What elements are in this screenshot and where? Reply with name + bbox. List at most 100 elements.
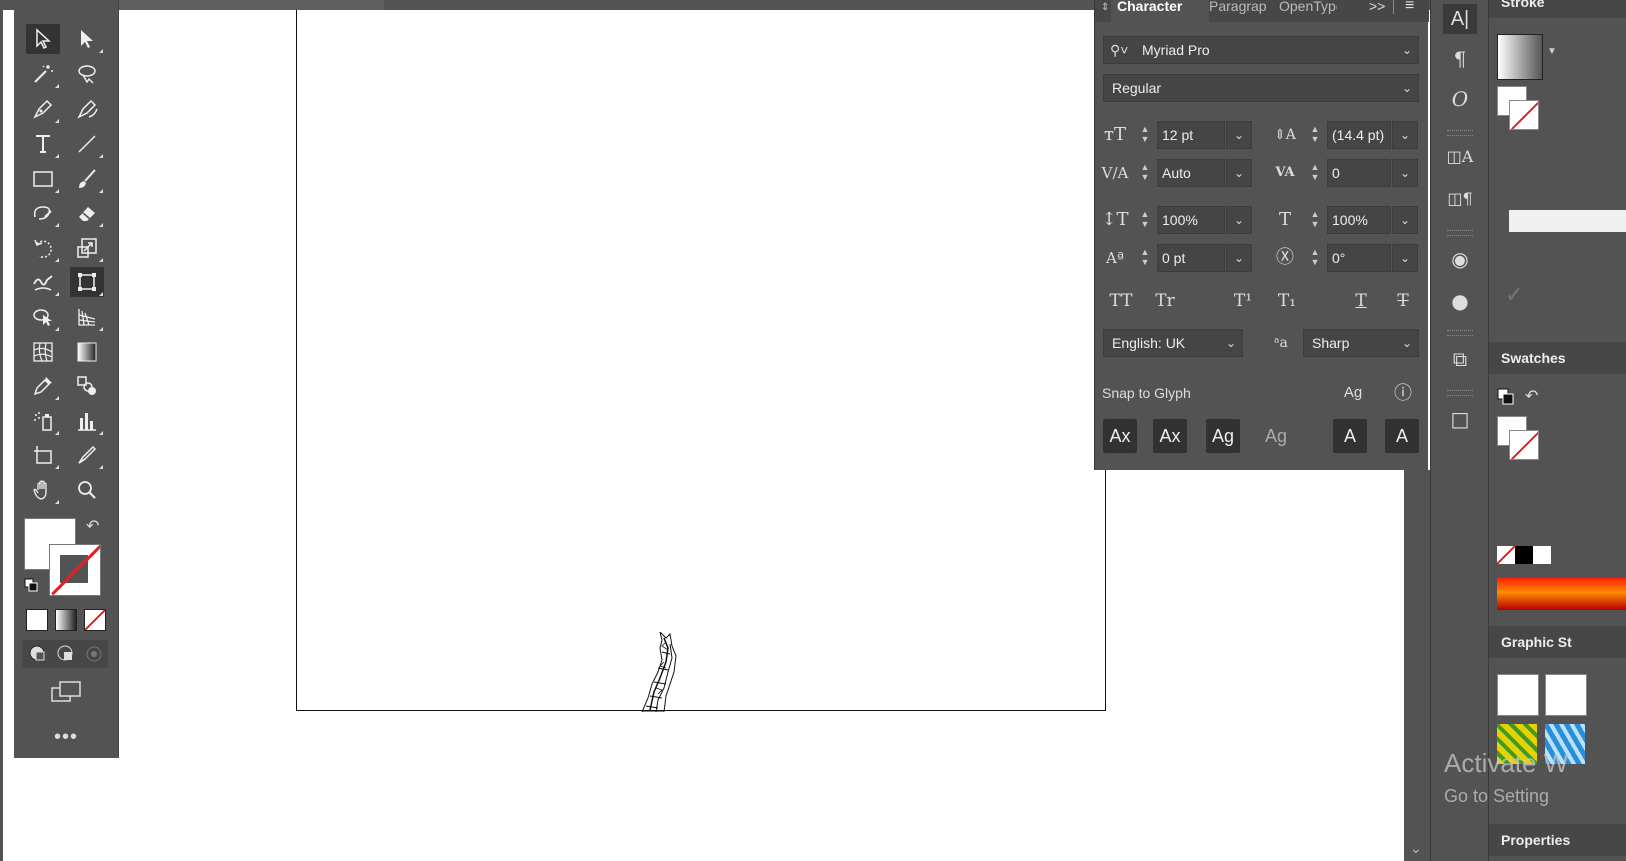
vertical-scale-field[interactable]: 100% ⌄ (1157, 206, 1252, 234)
white-swatch[interactable] (1533, 546, 1551, 564)
all-caps-icon[interactable]: TT (1105, 287, 1137, 315)
font-size-stepper[interactable]: ▲ ▼ (1135, 121, 1155, 149)
slice-tool-icon[interactable] (70, 440, 104, 470)
type-tool-icon[interactable] (26, 129, 60, 159)
rotate-tool-icon[interactable] (26, 233, 60, 263)
curvature-tool-icon[interactable] (70, 94, 104, 124)
free-transform-tool-icon[interactable] (70, 267, 104, 297)
font-size-field[interactable]: 12 pt ⌄ (1157, 121, 1252, 149)
default-graphic-style[interactable] (1497, 674, 1539, 716)
tracking-field[interactable]: 0 ⌄ (1327, 159, 1418, 187)
chevron-down-icon[interactable]: ⌄ (1226, 206, 1252, 234)
character-panel-icon[interactable]: A| (1443, 4, 1477, 34)
dock-grip[interactable] (1447, 390, 1473, 396)
document-tab[interactable] (118, 0, 384, 10)
warp-tool-icon[interactable] (26, 267, 60, 297)
chevron-down-icon[interactable]: ⌄ (1392, 121, 1418, 149)
horizontal-scale-stepper[interactable]: ▲ ▼ (1305, 206, 1325, 234)
gradient-tool-icon[interactable] (70, 337, 104, 367)
chevron-down-icon[interactable]: ⌄ (1226, 159, 1252, 187)
eyedropper-tool-icon[interactable] (26, 371, 60, 401)
change-screen-mode-icon[interactable] (50, 680, 82, 709)
character-styles-icon[interactable]: ◫A (1443, 142, 1477, 172)
appearance-panel-icon[interactable]: ◉ (1443, 244, 1477, 274)
strikethrough-icon[interactable]: T (1389, 287, 1417, 315)
antialiasing-dropdown[interactable]: Sharp ⌄ (1303, 329, 1419, 357)
edit-toolbar-icon[interactable]: ••• (14, 726, 118, 749)
eraser-tool-icon[interactable] (70, 198, 104, 228)
rotation-field[interactable]: 0° ⌄ (1327, 244, 1418, 272)
selection-tool-icon[interactable] (26, 24, 60, 54)
snap-baseline-button[interactable]: Ax (1103, 419, 1137, 453)
info-icon[interactable]: ⓘ (1389, 379, 1417, 407)
swatch-stroke[interactable] (1509, 430, 1539, 460)
gradient-swatch[interactable] (1497, 34, 1543, 80)
stroke-panel-title[interactable]: Stroke (1489, 0, 1626, 18)
tab-paragraph[interactable]: Paragraph (1209, 0, 1267, 22)
chevron-down-icon[interactable]: ⌄ (1226, 121, 1252, 149)
lasso-tool-icon[interactable] (70, 59, 104, 89)
zoom-tool-icon[interactable] (70, 475, 104, 505)
artboard[interactable] (296, 10, 1106, 711)
tracking-stepper[interactable]: ▲ ▼ (1305, 159, 1325, 187)
rectangle-tool-icon[interactable] (26, 164, 60, 194)
shaper-tool-icon[interactable] (26, 198, 60, 228)
dock-grip[interactable] (1447, 330, 1473, 336)
eyedropper-icon[interactable]: ✓ (1505, 282, 1523, 308)
subscript-icon[interactable]: T₁ (1271, 287, 1303, 315)
chevron-down-icon[interactable]: ⌄ (1226, 244, 1252, 272)
rotation-stepper[interactable]: ▲ ▼ (1305, 244, 1325, 272)
perspective-grid-tool-icon[interactable] (70, 302, 104, 332)
vertical-scale-stepper[interactable]: ▲ ▼ (1135, 206, 1155, 234)
draw-behind-icon[interactable] (56, 644, 76, 669)
swatches-panel-title[interactable]: Swatches (1489, 342, 1626, 374)
stroke-weight-field[interactable] (1509, 210, 1626, 232)
vertical-scrollbar[interactable]: ⌄ (1404, 470, 1430, 861)
transparency-panel-icon[interactable]: ● (1443, 286, 1477, 316)
snap-xheight-button[interactable]: Ax (1153, 419, 1187, 453)
scroll-down-icon[interactable]: ⌄ (1410, 840, 1422, 857)
magic-wand-tool-icon[interactable] (26, 59, 60, 89)
blend-tool-icon[interactable] (70, 371, 104, 401)
sketch-artwork[interactable] (636, 632, 686, 712)
graphic-style-2[interactable] (1545, 674, 1587, 716)
baseline-shift-field[interactable]: 0 pt ⌄ (1157, 244, 1252, 272)
scale-tool-icon[interactable] (70, 233, 104, 263)
glyph-guides-icon[interactable]: Ag (1339, 379, 1367, 407)
superscript-icon[interactable]: T¹ (1227, 287, 1259, 315)
paintbrush-tool-icon[interactable] (70, 164, 104, 194)
symbol-sprayer-tool-icon[interactable] (26, 406, 60, 436)
swap-fill-stroke-icon[interactable]: ↶ (86, 516, 99, 536)
line-segment-tool-icon[interactable] (70, 129, 104, 159)
chevron-down-icon[interactable]: ▼ (1547, 46, 1557, 57)
default-fill-stroke-icon[interactable] (24, 578, 38, 592)
color-mode-icon[interactable] (26, 609, 48, 631)
tab-character[interactable]: Character (1111, 0, 1209, 22)
black-swatch[interactable] (1515, 546, 1533, 564)
gradient-mode-icon[interactable] (55, 609, 77, 631)
paragraph-styles-icon[interactable]: ◫¶ (1443, 184, 1477, 214)
swap-fill-stroke-icon[interactable]: ↶ (1525, 386, 1538, 406)
stroke-color-swatch[interactable] (49, 544, 101, 596)
draw-normal-icon[interactable] (28, 644, 48, 669)
more-tabs-icon[interactable]: >> (1369, 0, 1385, 13)
hand-tool-icon[interactable] (26, 475, 60, 505)
direct-selection-tool-icon[interactable] (70, 24, 104, 54)
column-graph-tool-icon[interactable] (70, 406, 104, 436)
chevron-down-icon[interactable]: ⌄ (1392, 206, 1418, 234)
comments-panel-icon[interactable]: □ (1443, 404, 1477, 434)
mesh-tool-icon[interactable] (26, 337, 60, 367)
underline-icon[interactable]: T (1347, 287, 1375, 315)
opentype-panel-icon[interactable]: O (1443, 84, 1477, 114)
chevron-down-icon[interactable]: ⌄ (1392, 159, 1418, 187)
shape-builder-tool-icon[interactable] (26, 302, 60, 332)
draw-inside-icon[interactable] (84, 644, 104, 669)
tab-opentype[interactable]: OpenType (1279, 0, 1337, 22)
baseline-shift-stepper[interactable]: ▲ ▼ (1135, 244, 1155, 272)
dock-grip[interactable] (1447, 230, 1473, 236)
graphic-styles-panel-title[interactable]: Graphic St (1489, 626, 1626, 658)
none-swatch[interactable] (1497, 546, 1515, 564)
collapse-panel-icon[interactable]: ⇕ (1101, 2, 1109, 13)
default-fill-stroke-icon[interactable] (1497, 388, 1515, 411)
artboards-panel-icon[interactable]: ⧉ (1443, 344, 1477, 374)
